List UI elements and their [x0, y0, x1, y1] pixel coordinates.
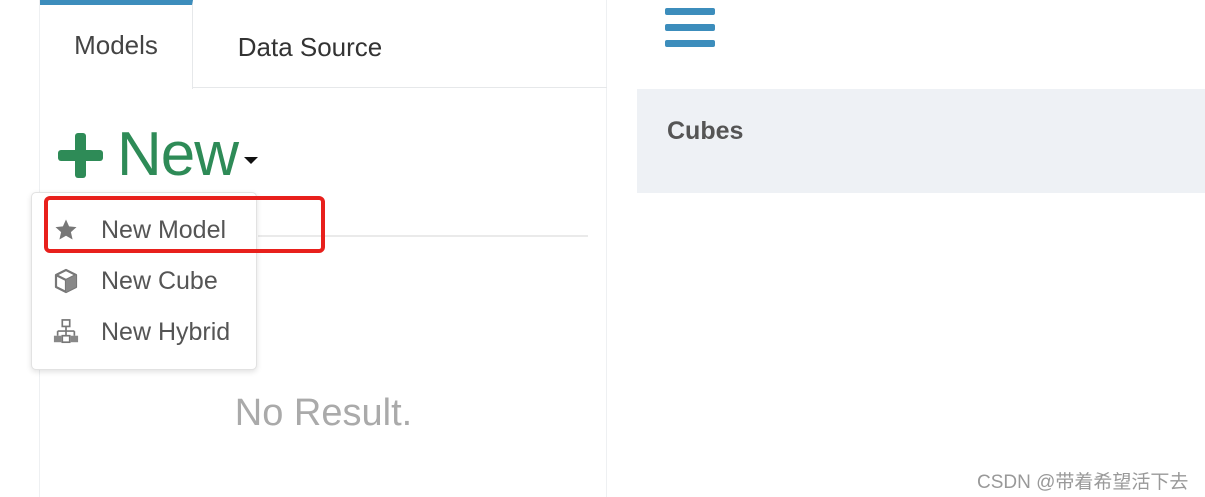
highlight-box — [44, 196, 325, 253]
cubes-title: Cubes — [667, 117, 744, 145]
menu-item-new-hybrid[interactable]: New Hybrid — [32, 307, 256, 357]
hierarchy-icon — [53, 319, 79, 345]
empty-state-text: No Result. — [234, 392, 413, 434]
menu-item-label: New Cube — [101, 266, 218, 295]
tab-bar: Models Data Source — [40, 0, 607, 89]
cubes-header: Cubes — [637, 89, 1205, 193]
new-dropdown-button[interactable]: New — [58, 120, 259, 190]
tab-models-label: Models — [74, 29, 158, 60]
caret-down-icon — [244, 156, 259, 164]
new-button-label: New — [117, 120, 239, 189]
watermark: CSDN @带着希望活下去 — [977, 472, 1189, 493]
tab-data-source[interactable]: Data Source — [220, 0, 400, 88]
tab-data-source-label: Data Source — [237, 31, 383, 62]
menu-toggle-icon[interactable] — [665, 8, 715, 48]
cube-icon — [53, 268, 79, 294]
plus-icon — [58, 132, 103, 178]
tab-models[interactable]: Models — [40, 0, 193, 89]
menu-item-label: New Hybrid — [101, 317, 231, 346]
menu-item-new-cube[interactable]: New Cube — [32, 256, 256, 306]
